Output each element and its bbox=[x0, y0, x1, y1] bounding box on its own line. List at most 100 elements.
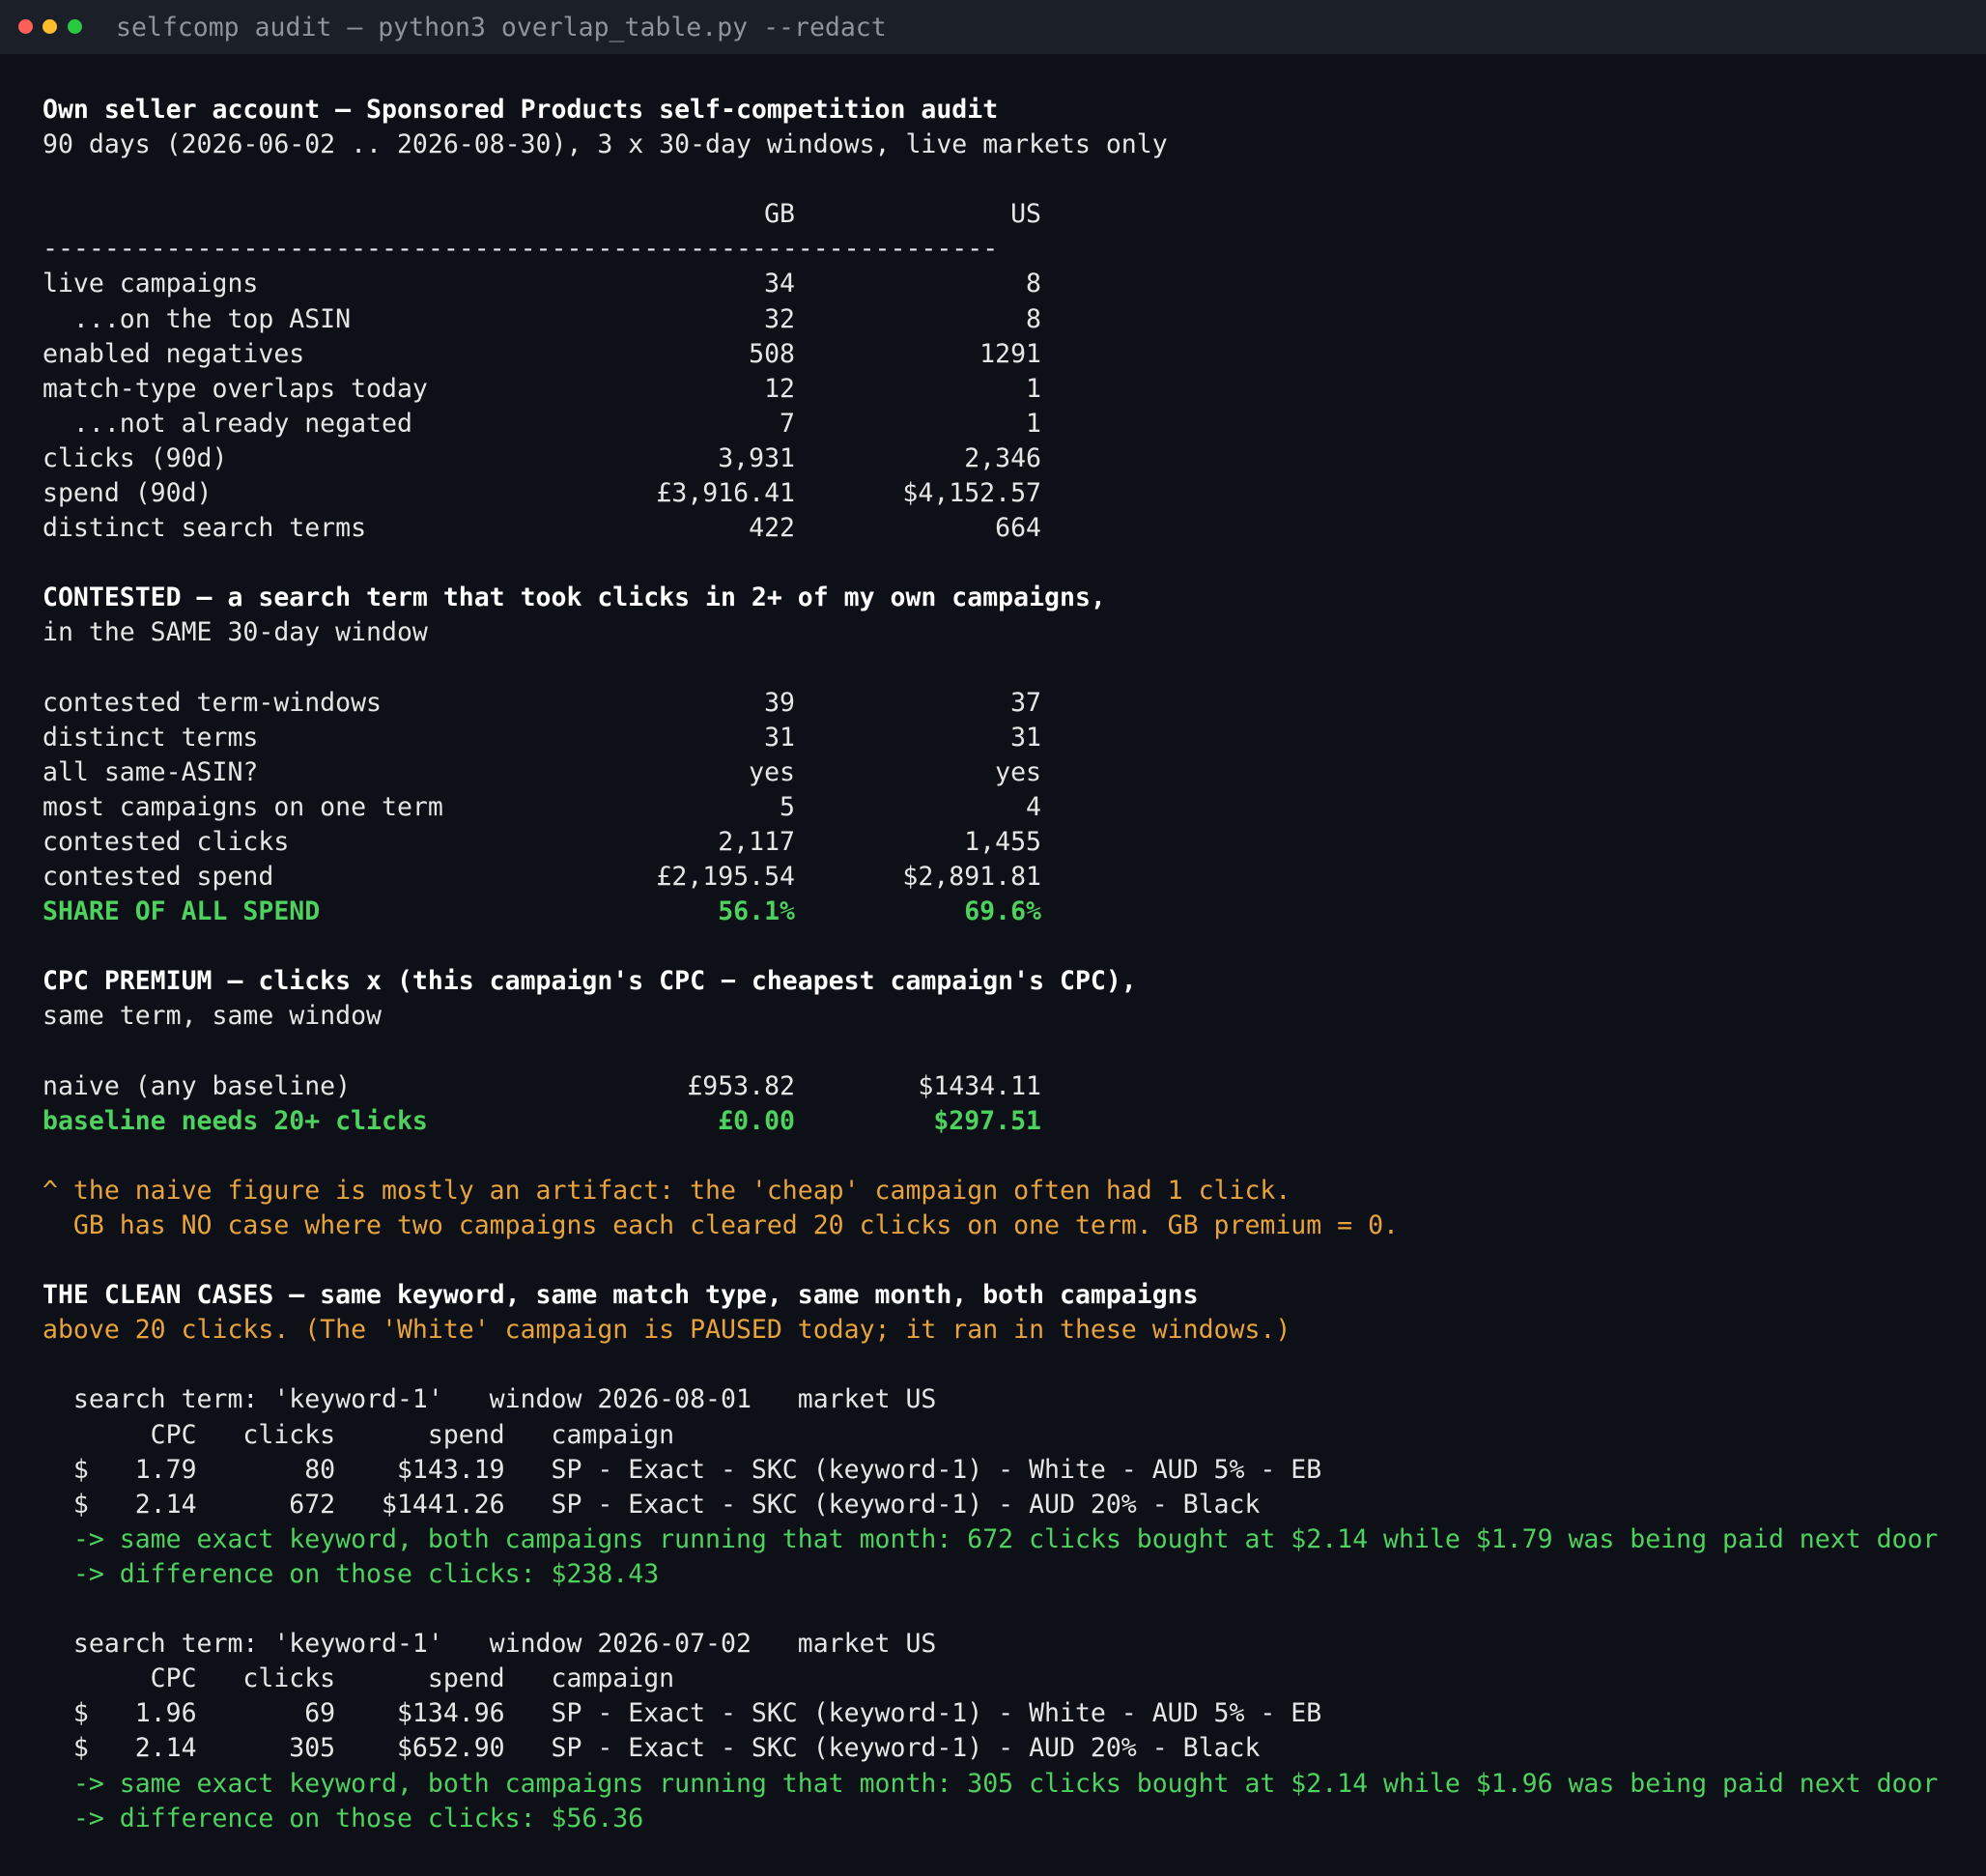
column-header-us: US bbox=[1010, 199, 1041, 230]
summary-row: live campaigns 34 8 bbox=[43, 267, 1974, 301]
report-subtitle: 90 days (2026-06-02 .. 2026-08-30), 3 x … bbox=[43, 129, 1168, 160]
case-campaign-row: $ 2.14 305 $652.90 SP - Exact - SKC (key… bbox=[43, 1733, 1261, 1764]
share-label: SHARE OF ALL SPEND bbox=[43, 896, 321, 927]
contested-label: contested clicks bbox=[43, 826, 290, 857]
naive-label: naive (any baseline) bbox=[43, 1070, 352, 1101]
summary-label: spend (90d) bbox=[43, 478, 213, 509]
summary-us: $4,152.57 bbox=[902, 478, 1041, 509]
contested-gb: 39 bbox=[764, 687, 795, 718]
summary-row: spend (90d) £3,916.41 $4,152.57 bbox=[43, 476, 1974, 511]
contested-subheading: in the SAME 30-day window bbox=[43, 617, 428, 648]
note-line-1: ^ the naive figure is mostly an artifact… bbox=[43, 1175, 1291, 1206]
share-row: SHARE OF ALL SPEND 56.1% 69.6% bbox=[43, 895, 1974, 929]
summary-row: ...on the top ASIN 32 8 bbox=[43, 302, 1974, 337]
window-titlebar: selfcomp audit — python3 overlap_table.p… bbox=[0, 0, 1986, 54]
summary-table: live campaigns 34 8 ...on the top ASIN 32 8 e… bbox=[43, 267, 1974, 546]
window-title: selfcomp audit — python3 overlap_table.p… bbox=[116, 13, 887, 43]
case-arrow-line: -> same exact keyword, both campaigns ru… bbox=[43, 1523, 1939, 1554]
close-window-button[interactable] bbox=[18, 19, 33, 34]
contested-us: 31 bbox=[1010, 722, 1041, 753]
contested-gb: 2,117 bbox=[718, 826, 795, 857]
case-header: search term: 'keyword-1' window 2026-07-… bbox=[43, 1629, 937, 1660]
clean-case: search term: 'keyword-1' window 2026-08-… bbox=[43, 1382, 1974, 1592]
summary-gb: 7 bbox=[780, 408, 795, 439]
contested-heading: CONTESTED — a search term that took clic… bbox=[43, 583, 1106, 613]
clean-cases: search term: 'keyword-1' window 2026-08-… bbox=[43, 1348, 1974, 1835]
summary-label: live campaigns bbox=[43, 269, 259, 299]
column-header-gb: GB bbox=[764, 199, 795, 230]
contested-us: 4 bbox=[1026, 791, 1041, 822]
summary-label: ...on the top ASIN bbox=[43, 303, 352, 334]
contested-gb: £2,195.54 bbox=[656, 862, 795, 893]
terminal-output: Own seller account — Sponsored Products … bbox=[43, 93, 1974, 1836]
contested-row: contested spend £2,195.54 $2,891.81 bbox=[43, 860, 1974, 895]
clean-cases-heading: THE CLEAN CASES — same keyword, same mat… bbox=[43, 1280, 1199, 1311]
contested-gb: 5 bbox=[780, 791, 795, 822]
summary-us: 8 bbox=[1026, 303, 1041, 334]
minimize-window-button[interactable] bbox=[43, 19, 57, 34]
case-header: search term: 'keyword-1' window 2026-08-… bbox=[43, 1384, 937, 1415]
naive-gb: £953.82 bbox=[687, 1070, 795, 1101]
contested-gb: yes bbox=[749, 756, 795, 787]
contested-row: most campaigns on one term 5 4 bbox=[43, 790, 1974, 825]
premium-heading: CPC PREMIUM — clicks x (this campaign's … bbox=[43, 966, 1137, 997]
naive-us: $1434.11 bbox=[918, 1070, 1041, 1101]
summary-gb: 422 bbox=[749, 513, 795, 544]
case-column-header: CPC clicks spend campaign bbox=[43, 1663, 675, 1694]
summary-gb: £3,916.41 bbox=[656, 478, 795, 509]
contested-us: 1,455 bbox=[964, 826, 1041, 857]
baseline-us: $297.51 bbox=[933, 1105, 1041, 1136]
premium-subheading: same term, same window bbox=[43, 1001, 382, 1032]
contested-row: all same-ASIN? yes yes bbox=[43, 755, 1974, 790]
contested-us: $2,891.81 bbox=[902, 862, 1041, 893]
contested-label: contested term-windows bbox=[43, 687, 382, 718]
report-title: Own seller account — Sponsored Products … bbox=[43, 95, 999, 125]
contested-us: yes bbox=[995, 756, 1041, 787]
baseline-gb: £0.00 bbox=[718, 1105, 795, 1136]
contested-gb: 31 bbox=[764, 722, 795, 753]
contested-row: contested clicks 2,117 1,455 bbox=[43, 825, 1974, 860]
summary-row: distinct search terms 422 664 bbox=[43, 511, 1974, 546]
summary-row: ...not already negated 7 1 bbox=[43, 407, 1974, 441]
summary-gb: 508 bbox=[749, 338, 795, 369]
summary-gb: 34 bbox=[764, 269, 795, 299]
summary-gb: 32 bbox=[764, 303, 795, 334]
summary-us: 1 bbox=[1026, 408, 1041, 439]
note-line-2: GB has NO case where two campaigns each … bbox=[43, 1210, 1399, 1240]
case-campaign-row: $ 1.79 80 $143.19 SP - Exact - SKC (keyw… bbox=[43, 1454, 1322, 1485]
case-arrow-line: -> same exact keyword, both campaigns ru… bbox=[43, 1768, 1939, 1799]
contested-us: 37 bbox=[1010, 687, 1041, 718]
share-us: 69.6% bbox=[964, 896, 1041, 927]
summary-us: 664 bbox=[995, 513, 1041, 544]
case-column-header: CPC clicks spend campaign bbox=[43, 1419, 675, 1450]
summary-us: 1 bbox=[1026, 373, 1041, 404]
baseline-row: baseline needs 20+ clicks £0.00 $297.51 bbox=[43, 1104, 1974, 1139]
maximize-window-button[interactable] bbox=[68, 19, 82, 34]
baseline-label: baseline needs 20+ clicks bbox=[43, 1105, 428, 1136]
contested-label: contested spend bbox=[43, 862, 274, 893]
summary-label: ...not already negated bbox=[43, 408, 412, 439]
clean-case: search term: 'keyword-1' window 2026-07-… bbox=[43, 1627, 1974, 1836]
summary-gb: 12 bbox=[764, 373, 795, 404]
contested-row: contested term-windows 39 37 bbox=[43, 686, 1974, 721]
contested-row: distinct terms 31 31 bbox=[43, 721, 1974, 755]
summary-label: clicks (90d) bbox=[43, 442, 228, 473]
summary-label: enabled negatives bbox=[43, 338, 305, 369]
summary-us: 2,346 bbox=[964, 442, 1041, 473]
share-gb: 56.1% bbox=[718, 896, 795, 927]
naive-row: naive (any baseline) £953.82 $1434.11 bbox=[43, 1069, 1974, 1104]
summary-row: clicks (90d) 3,931 2,346 bbox=[43, 441, 1974, 476]
table-separator: ----------------------------------------… bbox=[43, 234, 999, 265]
contested-label: distinct terms bbox=[43, 722, 259, 753]
case-campaign-row: $ 2.14 672 $1441.26 SP - Exact - SKC (ke… bbox=[43, 1489, 1261, 1520]
summary-row: match-type overlaps today 12 1 bbox=[43, 372, 1974, 407]
summary-row: enabled negatives 508 1291 bbox=[43, 337, 1974, 372]
case-difference-line: -> difference on those clicks: $56.36 bbox=[43, 1803, 644, 1833]
contested-label: most campaigns on one term bbox=[43, 791, 443, 822]
summary-label: distinct search terms bbox=[43, 513, 367, 544]
summary-label: match-type overlaps today bbox=[43, 373, 428, 404]
case-campaign-row: $ 1.96 69 $134.96 SP - Exact - SKC (keyw… bbox=[43, 1698, 1322, 1729]
case-difference-line: -> difference on those clicks: $238.43 bbox=[43, 1558, 660, 1589]
column-header-row: GB US bbox=[43, 197, 1974, 232]
contested-label: all same-ASIN? bbox=[43, 756, 259, 787]
